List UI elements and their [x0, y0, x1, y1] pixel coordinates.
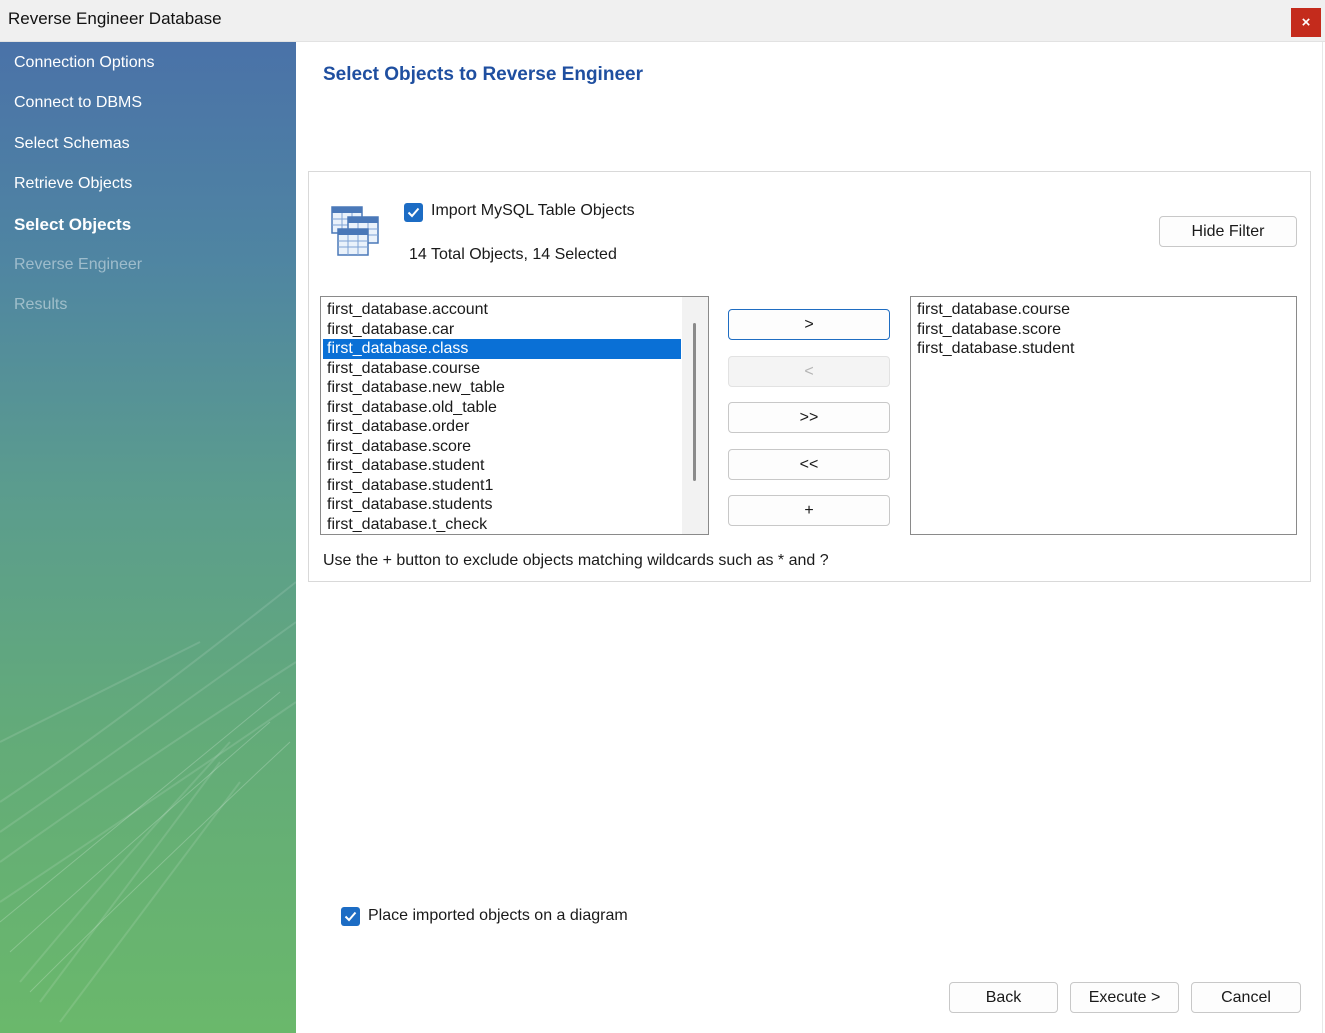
add-selected-button[interactable]: > — [728, 309, 890, 340]
import-tables-label: Import MySQL Table Objects — [431, 202, 635, 219]
list-item[interactable]: first_database.course — [913, 300, 1293, 320]
excluded-objects-list[interactable]: first_database.course first_database.scor… — [910, 296, 1297, 535]
close-icon: × — [1301, 14, 1311, 31]
list-item[interactable]: first_database.students — [323, 495, 681, 515]
step-reverse-engineer: Reverse Engineer — [14, 256, 143, 273]
scrollbar-thumb[interactable] — [693, 323, 696, 481]
back-button[interactable]: Back — [949, 982, 1058, 1013]
list-item[interactable]: first_database.t_check — [323, 515, 681, 535]
cancel-button[interactable]: Cancel — [1191, 982, 1301, 1013]
step-select-schemas: Select Schemas — [14, 135, 130, 152]
available-objects-list[interactable]: first_database.account first_database.car… — [320, 296, 709, 535]
list-item[interactable]: first_database.account — [323, 300, 681, 320]
available-objects-items: first_database.account first_database.car… — [323, 300, 681, 534]
execute-button[interactable]: Execute > — [1070, 982, 1179, 1013]
wildcard-hint: Use the + button to exclude objects matc… — [323, 552, 829, 569]
step-retrieve-objects: Retrieve Objects — [14, 175, 133, 192]
add-all-button[interactable]: >> — [728, 402, 890, 433]
list-item[interactable]: first_database.car — [323, 320, 681, 340]
tables-icon — [330, 205, 382, 259]
wizard-sidebar: Connection Options Connect to DBMS Selec… — [0, 42, 296, 1033]
step-results: Results — [14, 296, 68, 313]
list-item[interactable]: first_database.student — [913, 339, 1293, 359]
list-item[interactable]: first_database.course — [323, 359, 681, 379]
object-count: 14 Total Objects, 14 Selected — [409, 246, 617, 263]
list-item[interactable]: first_database.order — [323, 417, 681, 437]
remove-selected-button[interactable]: < — [728, 356, 890, 387]
close-button[interactable]: × — [1291, 8, 1321, 37]
import-tables-checkbox[interactable] — [404, 203, 423, 222]
add-wildcard-button[interactable]: + — [728, 495, 890, 526]
window-edge — [1322, 42, 1323, 1033]
check-icon — [407, 207, 420, 218]
list-item[interactable]: first_database.student1 — [323, 476, 681, 496]
available-list-scrollbar[interactable] — [682, 297, 708, 534]
window-title: Reverse Engineer Database — [8, 9, 222, 28]
hide-filter-button[interactable]: Hide Filter — [1159, 216, 1297, 247]
remove-all-button[interactable]: << — [728, 449, 890, 480]
page-title: Select Objects to Reverse Engineer — [323, 64, 643, 85]
step-connection-options: Connection Options — [14, 54, 155, 71]
place-on-diagram-checkbox[interactable] — [341, 907, 360, 926]
step-connect-to-dbms: Connect to DBMS — [14, 94, 143, 111]
title-bar: Reverse Engineer Database × — [0, 0, 1325, 42]
list-item[interactable]: first_database.class — [323, 339, 681, 359]
list-item[interactable]: first_database.score — [323, 437, 681, 457]
place-on-diagram-label: Place imported objects on a diagram — [368, 907, 628, 924]
check-icon — [344, 911, 357, 922]
excluded-objects-items: first_database.course first_database.scor… — [913, 300, 1293, 359]
step-select-objects: Select Objects — [14, 215, 132, 234]
list-item[interactable]: first_database.student — [323, 456, 681, 476]
list-item[interactable]: first_database.new_table — [323, 378, 681, 398]
list-item[interactable]: first_database.old_table — [323, 398, 681, 418]
list-item[interactable]: first_database.score — [913, 320, 1293, 340]
